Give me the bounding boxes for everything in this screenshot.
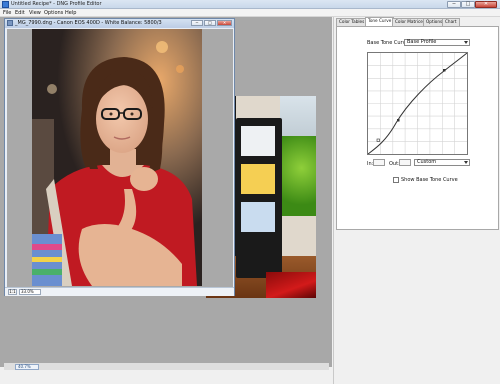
tab-chart[interactable]: Chart [442,18,460,26]
show-base-tone-curve-checkbox[interactable] [393,177,399,183]
base-tone-curve-value: Base Profile [407,39,437,45]
menu-bar: File Edit View Options Help [0,9,500,17]
curve-mode-select[interactable]: Custom [414,159,470,166]
menu-edit[interactable]: Edit [15,10,25,16]
editor-panel: Color Tables Tone Curve Color Matrices O… [333,17,500,384]
wall-area [280,96,316,140]
base-tone-curve-select[interactable]: Base Profile [404,39,470,46]
portrait-photo[interactable] [32,29,202,286]
image-file-icon [7,20,13,26]
tab-tone-curve[interactable]: Tone Curve [365,17,395,26]
in-field[interactable] [373,159,385,166]
show-base-tone-curve-label: Show Base Tone Curve [401,177,458,183]
checker-swatch-blue [241,202,275,232]
menu-help[interactable]: Help [65,10,76,16]
image-canvas[interactable] [7,29,233,287]
maximize-button[interactable]: □ [461,1,475,8]
image-maximize-button[interactable]: □ [204,20,216,26]
grass-area [280,136,316,216]
window-title: Untitled Recipe* - DNG Profile Editor [11,1,102,7]
image-minimize-button[interactable]: ─ [191,20,203,26]
tone-curve-panel: Base Tone Curve: Base Profile In: Out: C… [336,26,499,230]
workspace-status-bar [4,363,329,370]
image-window[interactable]: _MG_7990.dng - Canon EOS 400D - White Ba… [4,18,235,296]
curve-grid [368,53,467,154]
title-bar: Untitled Recipe* - DNG Profile Editor ─ … [0,0,500,9]
menu-view[interactable]: View [29,10,41,16]
tab-color-tables[interactable]: Color Tables [336,18,368,26]
zoom-fit-button[interactable]: 1:1 [8,289,17,295]
checker-swatch-yellow [241,164,275,194]
app-icon [2,1,9,8]
curve-point[interactable] [443,69,446,72]
image-close-button[interactable]: ✕ [217,20,232,26]
panel-empty-area [334,232,500,384]
tab-row: Color Tables Tone Curve Color Matrices O… [334,17,500,26]
image-window-titlebar[interactable]: _MG_7990.dng - Canon EOS 400D - White Ba… [5,19,234,28]
bottom-margin [0,370,333,384]
checker-swatch-white [241,126,275,156]
portrait-photo-art [32,29,202,286]
red-cloth [266,272,316,298]
image-zoom-field[interactable]: 33.0% [19,289,41,295]
out-field[interactable] [399,159,411,166]
tone-curve-svg[interactable] [368,53,467,154]
image-window-title: _MG_7990.dng - Canon EOS 400D - White Ba… [15,20,162,26]
image-status-bar: 1:1 33.0% [5,287,234,296]
menu-options[interactable]: Options [44,10,63,16]
chevron-down-icon [464,41,468,44]
curve-point[interactable] [397,119,400,122]
chevron-down-icon [464,161,468,164]
curve-mode-value: Custom [417,159,437,165]
tone-curve-graph[interactable] [367,52,468,155]
minimize-button[interactable]: ─ [447,1,461,8]
color-checker-card [236,118,282,278]
close-button[interactable]: ✕ [475,1,497,8]
menu-file[interactable]: File [3,10,11,16]
